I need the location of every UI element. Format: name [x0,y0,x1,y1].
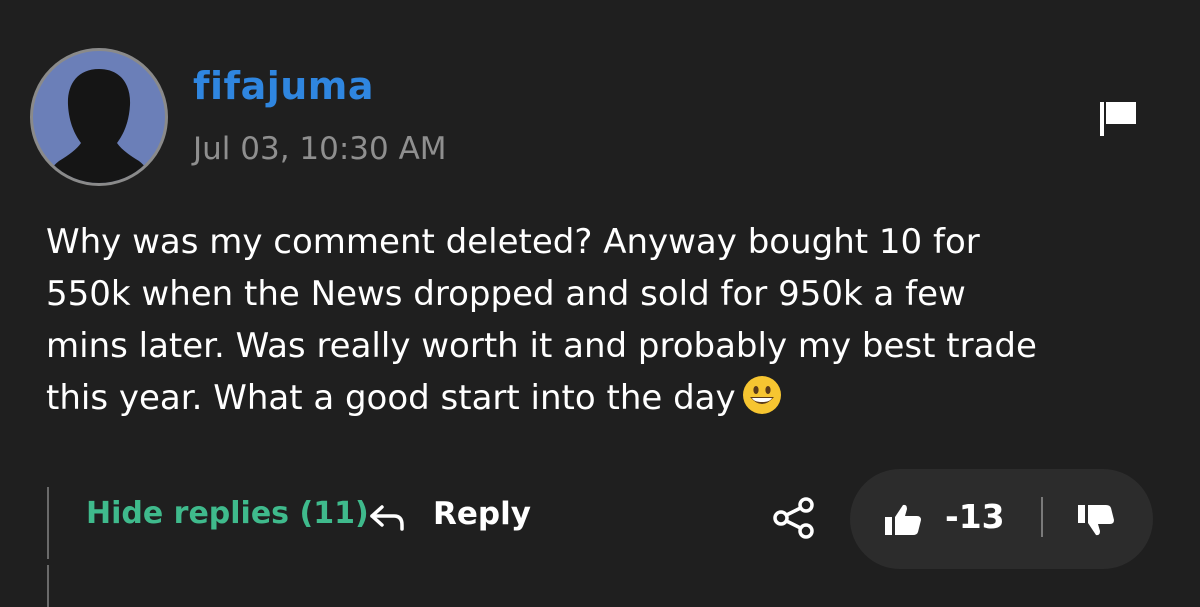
avatar-silhouette-icon [45,69,153,183]
thumbs-down-icon[interactable] [1078,503,1118,537]
vote-divider [1041,497,1043,537]
hide-replies-button[interactable]: Hide replies (11) [86,496,369,531]
post-timestamp: Jul 03, 10:30 AM [193,131,447,167]
vote-count: -13 [945,497,1005,536]
thumbs-up-icon[interactable] [885,503,925,537]
reply-arrow-icon[interactable] [368,503,408,531]
reply-button[interactable]: Reply [433,496,531,532]
thread-line [47,487,49,607]
share-icon[interactable] [772,496,816,540]
comment-body: Why was my comment deleted? Anyway bough… [46,216,1166,424]
grinning-face-icon [742,376,781,414]
avatar[interactable] [30,48,168,186]
username-link[interactable]: fifajuma [193,64,374,108]
comment-text: Why was my comment deleted? Anyway bough… [46,222,1037,418]
flag-icon[interactable] [1100,100,1138,136]
